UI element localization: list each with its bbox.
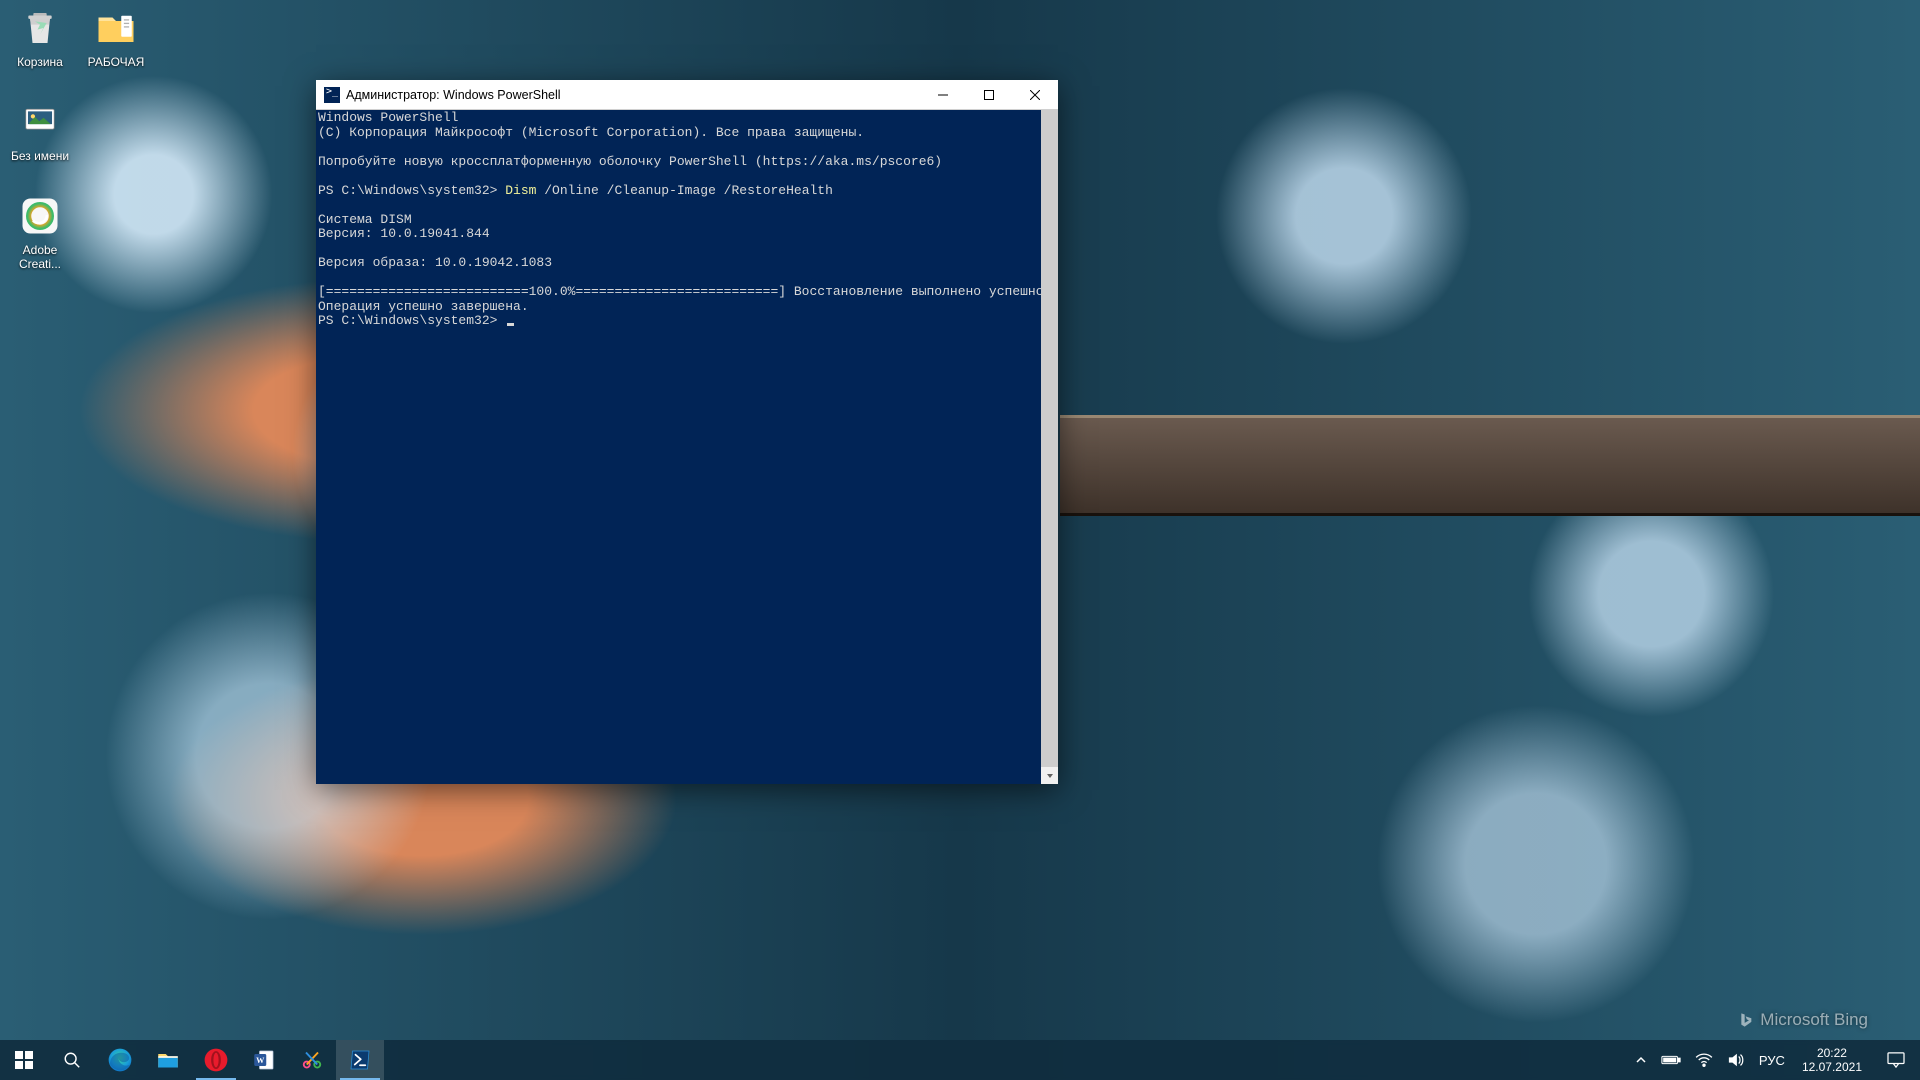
desktop-icon-adobe-cc[interactable]: Adobe Creati... [2, 192, 78, 271]
minimize-button[interactable] [920, 80, 966, 110]
snip-icon [300, 1048, 324, 1072]
taskbar-app-powershell[interactable] [336, 1040, 384, 1080]
taskbar: W РУС 20:22 12.07.2021 [0, 1040, 1920, 1080]
vertical-scrollbar[interactable] [1041, 110, 1058, 784]
maximize-button[interactable] [966, 80, 1012, 110]
start-button[interactable] [0, 1040, 48, 1080]
windows-icon [15, 1051, 33, 1069]
close-button[interactable] [1012, 80, 1058, 110]
language-label: РУС [1759, 1053, 1785, 1068]
window-titlebar[interactable]: Администратор: Windows PowerShell [316, 80, 1058, 110]
file-explorer-icon [156, 1048, 180, 1072]
tray-clock[interactable]: 20:22 12.07.2021 [1792, 1040, 1872, 1080]
taskbar-app-explorer[interactable] [144, 1040, 192, 1080]
taskbar-app-word[interactable]: W [240, 1040, 288, 1080]
taskbar-app-snip[interactable] [288, 1040, 336, 1080]
tray-overflow-button[interactable] [1628, 1040, 1654, 1080]
powershell-icon [324, 87, 340, 103]
taskbar-app-edge[interactable] [96, 1040, 144, 1080]
tray-language[interactable]: РУС [1752, 1040, 1792, 1080]
bing-text: Microsoft Bing [1760, 1010, 1868, 1030]
adobe-cc-label: Adobe Creati... [2, 243, 78, 271]
recycle-bin-label: Корзина [2, 55, 78, 69]
search-button[interactable] [48, 1040, 96, 1080]
window-title: Администратор: Windows PowerShell [346, 88, 561, 102]
powershell-taskbar-icon [348, 1048, 372, 1072]
scroll-thumb[interactable] [1041, 110, 1058, 784]
word-icon: W [252, 1048, 276, 1072]
untitled-label: Без имени [2, 149, 78, 163]
scroll-down-button[interactable] [1041, 767, 1058, 784]
powershell-window[interactable]: Администратор: Windows PowerShell Window… [316, 80, 1058, 784]
folder-label: РАБОЧАЯ [78, 55, 154, 69]
recycle-bin-icon [16, 4, 64, 52]
image-file-icon [16, 98, 64, 146]
desktop-icon-untitled[interactable]: Без имени [2, 98, 78, 163]
system-tray: РУС 20:22 12.07.2021 [1628, 1040, 1920, 1080]
tray-volume[interactable] [1720, 1040, 1752, 1080]
action-center-button[interactable] [1872, 1052, 1920, 1068]
chevron-up-icon [1635, 1054, 1647, 1066]
taskbar-app-opera[interactable] [192, 1040, 240, 1080]
svg-text:W: W [256, 1056, 265, 1065]
tray-wifi[interactable] [1688, 1040, 1720, 1080]
clock-date: 12.07.2021 [1802, 1060, 1862, 1074]
edge-icon [107, 1047, 133, 1073]
bing-watermark: Microsoft Bing [1738, 1010, 1868, 1030]
wifi-icon [1695, 1053, 1713, 1067]
cursor-icon [507, 323, 514, 326]
adobe-cc-icon [16, 192, 64, 240]
opera-icon [203, 1047, 229, 1073]
volume-icon [1727, 1052, 1745, 1068]
search-icon [63, 1051, 81, 1069]
battery-icon [1661, 1054, 1681, 1066]
tray-battery[interactable] [1654, 1040, 1688, 1080]
desktop-icon-recycle-bin[interactable]: Корзина [2, 4, 78, 69]
folder-icon [92, 4, 140, 52]
notification-icon [1887, 1052, 1905, 1068]
desktop-icon-folder[interactable]: РАБОЧАЯ [78, 4, 154, 69]
bing-icon [1738, 1012, 1754, 1028]
clock-time: 20:22 [1817, 1046, 1847, 1060]
terminal-body[interactable]: Windows PowerShell (C) Корпорация Майкро… [316, 110, 1041, 784]
